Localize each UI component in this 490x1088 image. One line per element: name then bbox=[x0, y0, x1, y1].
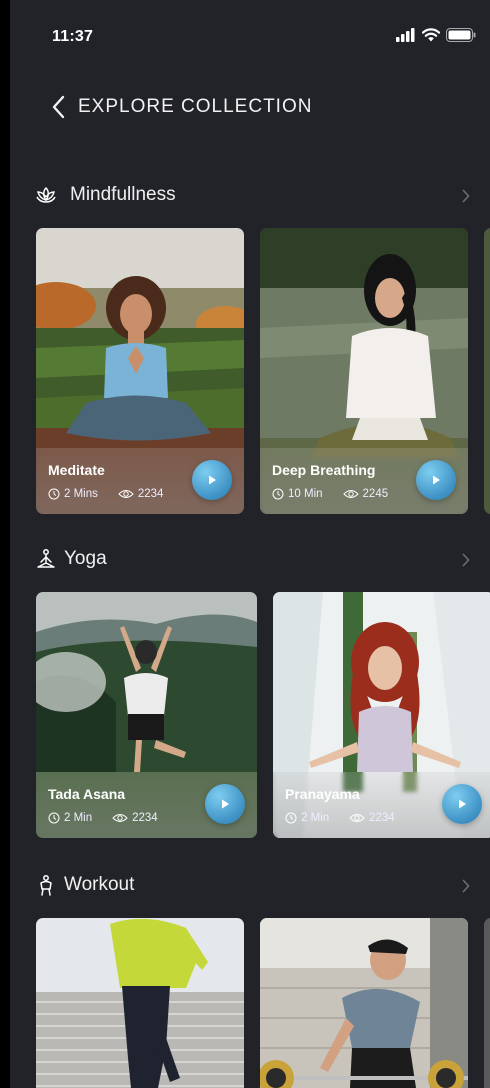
status-icons bbox=[396, 28, 476, 42]
collection-card[interactable]: Pranayama 2 Min 2234 bbox=[273, 592, 490, 838]
section-header: Yoga bbox=[10, 540, 490, 580]
card-meta: 2 Min 2234 bbox=[285, 812, 395, 824]
card-views: 2234 bbox=[132, 812, 158, 824]
card-carousel[interactable] bbox=[36, 918, 490, 1088]
collection-card[interactable]: Meditate 2 Mins 2234 bbox=[36, 228, 244, 514]
section-header: Workout bbox=[10, 866, 490, 906]
clock-icon bbox=[48, 488, 60, 500]
play-icon bbox=[209, 475, 216, 485]
play-button[interactable] bbox=[442, 784, 482, 824]
card-meta: 2 Min 2234 bbox=[48, 812, 158, 824]
collection-card[interactable] bbox=[260, 918, 468, 1088]
header: EXPLORE COLLECTION bbox=[48, 92, 312, 122]
clock-icon bbox=[48, 812, 60, 824]
collection-card[interactable] bbox=[36, 918, 244, 1088]
card-duration: 10 Min bbox=[288, 488, 323, 500]
see-all-button[interactable] bbox=[456, 548, 476, 572]
card-views: 2245 bbox=[362, 488, 389, 500]
chevron-right-icon bbox=[462, 189, 470, 203]
section-title: Mindfullness bbox=[70, 184, 176, 205]
card-image bbox=[260, 918, 468, 1088]
status-time: 11:37 bbox=[52, 28, 94, 45]
section-header: Mindfullness bbox=[10, 176, 490, 216]
card-views: 2234 bbox=[137, 488, 164, 500]
wifi-icon bbox=[422, 28, 440, 42]
clock-icon bbox=[285, 812, 297, 824]
workout-icon bbox=[40, 875, 52, 896]
see-all-button[interactable] bbox=[456, 184, 476, 208]
card-title: Tada Asana bbox=[48, 786, 126, 802]
signal-icon bbox=[396, 28, 415, 42]
eye-icon bbox=[118, 490, 134, 498]
play-button[interactable] bbox=[205, 784, 245, 824]
card-title: Meditate bbox=[48, 462, 105, 478]
status-bar: 11:37 bbox=[10, 0, 490, 76]
card-image bbox=[36, 918, 244, 1088]
card-carousel[interactable]: Tada Asana 2 Min 2234 Pranayama 2 Min 22… bbox=[36, 592, 490, 838]
back-button[interactable] bbox=[48, 92, 68, 122]
play-icon bbox=[433, 475, 440, 485]
next-card-peek[interactable] bbox=[484, 228, 490, 514]
yoga-pose-icon bbox=[37, 549, 55, 568]
play-button[interactable] bbox=[416, 460, 456, 500]
card-views: 2234 bbox=[369, 812, 395, 824]
eye-icon bbox=[112, 814, 128, 822]
section-yoga: Yoga Tada Asana 2 Min 2234 Pranayama 2 M… bbox=[10, 540, 490, 838]
card-title: Pranayama bbox=[285, 786, 360, 802]
chevron-left-icon bbox=[52, 95, 65, 119]
card-duration: 2 Min bbox=[301, 812, 330, 824]
section-title: Workout bbox=[64, 874, 135, 895]
card-meta: 10 Min 2245 bbox=[272, 488, 388, 500]
collection-card[interactable]: Deep Breathing 10 Min 2245 bbox=[260, 228, 468, 514]
battery-icon bbox=[446, 28, 476, 42]
play-icon bbox=[222, 799, 229, 809]
play-button[interactable] bbox=[192, 460, 232, 500]
collection-card[interactable]: Tada Asana 2 Min 2234 bbox=[36, 592, 257, 838]
section-mindfullness: Mindfullness Meditate 2 Mins 2234 Deep B… bbox=[10, 176, 490, 514]
card-carousel[interactable]: Meditate 2 Mins 2234 Deep Breathing 10 M… bbox=[36, 228, 490, 514]
card-duration: 2 Mins bbox=[64, 488, 98, 500]
eye-icon bbox=[349, 814, 365, 822]
section-title: Yoga bbox=[64, 548, 107, 569]
lotus-icon bbox=[36, 186, 56, 203]
chevron-right-icon bbox=[462, 553, 470, 567]
page-title: EXPLORE COLLECTION bbox=[78, 96, 313, 117]
app-screen: 11:37 EXPLORE COLLECTION Mindfullness Me… bbox=[10, 0, 490, 1088]
clock-icon bbox=[272, 488, 284, 500]
card-meta: 2 Mins 2234 bbox=[48, 488, 163, 500]
eye-icon bbox=[342, 490, 359, 498]
card-title: Deep Breathing bbox=[272, 462, 376, 478]
chevron-right-icon bbox=[462, 879, 470, 893]
play-icon bbox=[459, 799, 466, 809]
section-workout: Workout bbox=[10, 866, 490, 1088]
card-duration: 2 Min bbox=[64, 812, 93, 824]
see-all-button[interactable] bbox=[456, 874, 476, 898]
next-card-peek[interactable] bbox=[484, 918, 490, 1088]
